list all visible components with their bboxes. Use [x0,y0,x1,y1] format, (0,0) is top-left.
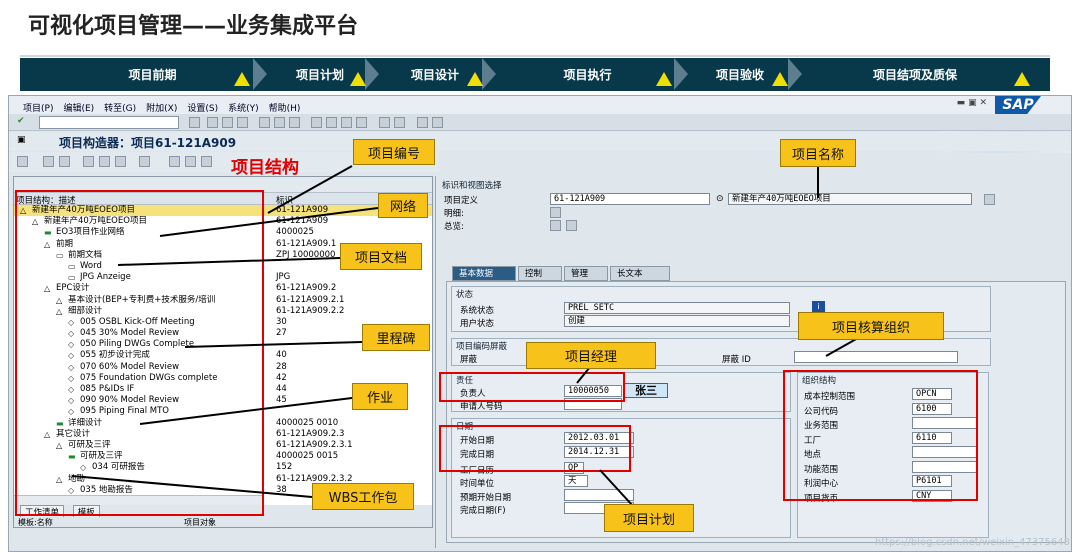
callout-project-name: 项目名称 [780,139,856,167]
callout-project-docs: 项目文档 [340,243,422,270]
callout-activity: 作业 [352,383,408,410]
slide-root: 可视化项目管理——业务集成平台 项目前期 项目计划 项目设计 项目执行 项目验收… [0,0,1080,552]
callout-project-plan: 项目计划 [604,504,694,532]
leader-activity [139,397,353,425]
callout-project-number: 项目编号 [353,139,435,165]
watermark: https://blog.csdn.net/weixin_47375648 [874,537,1070,548]
leader-project-number [267,165,353,214]
callout-milestone: 里程碑 [362,324,430,351]
callout-network: 网络 [378,193,428,218]
leader-wbs [71,475,313,498]
callout-leader-lines [71,165,859,506]
callout-accounting-org: 项目核算组织 [798,312,944,340]
leader-project-plan [599,469,633,506]
leader-accounting-org [825,337,859,357]
callout-wbs: WBS工作包 [312,483,414,510]
leader-project-docs [117,257,341,266]
leader-project-manager [576,366,591,384]
leader-milestone [184,341,363,348]
callout-project-manager: 项目经理 [526,342,656,369]
